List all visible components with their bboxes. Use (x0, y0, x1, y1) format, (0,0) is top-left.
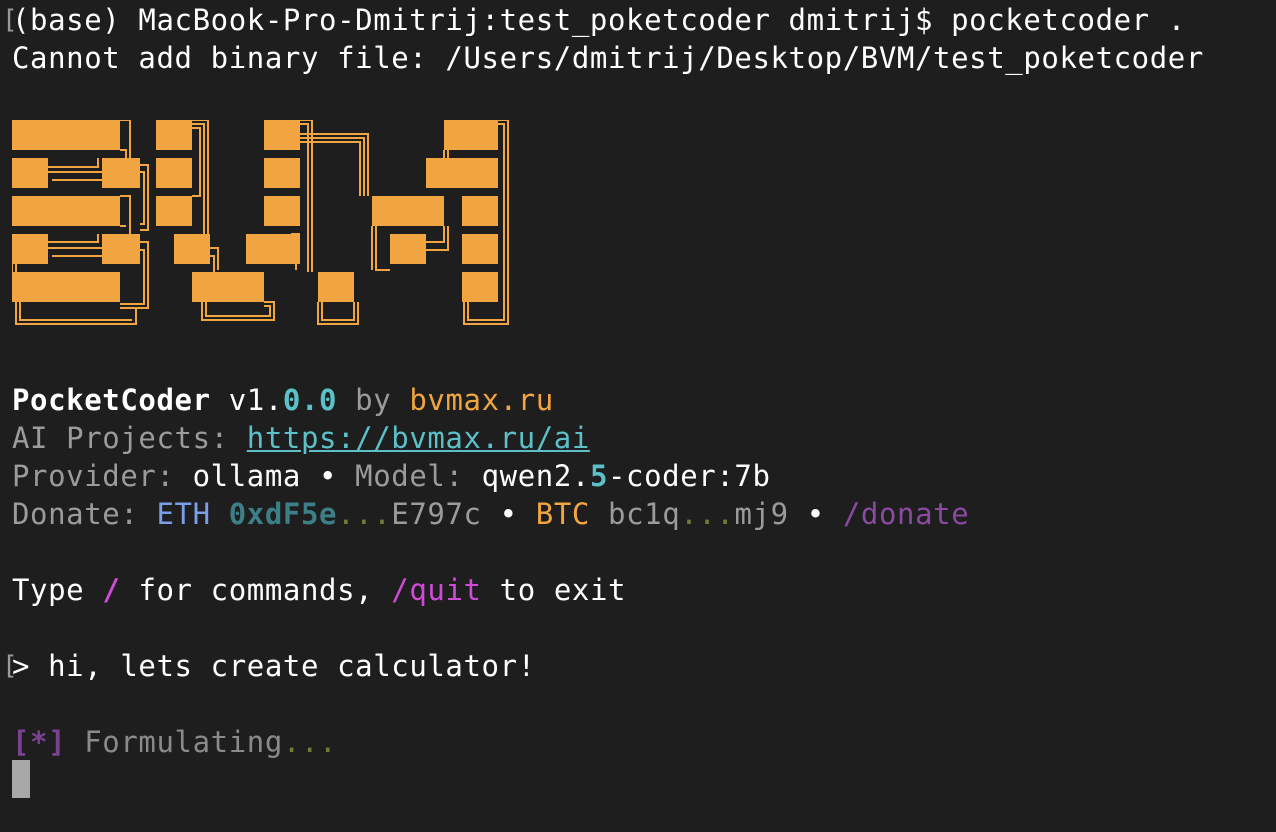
eth-address-end: E797c (391, 497, 482, 531)
hint-slash: / (102, 573, 121, 607)
logo-block (174, 234, 210, 264)
logo-block (12, 158, 48, 188)
separator-dot: • (319, 459, 338, 493)
logo-outline (140, 164, 149, 231)
logo-outline (48, 234, 102, 257)
quit-command: /quit (391, 573, 482, 607)
projects-link[interactable]: https://bvmax.ru/ai (247, 421, 590, 455)
terminal-window[interactable]: [ (base) MacBook-Pro-Dmitrij:test_poketc… (0, 0, 1276, 832)
eth-label: ETH (156, 497, 211, 531)
provider-line: Provider: ollama • Model: qwen2.5-coder:… (12, 457, 771, 495)
btc-address-end: mj9 (734, 497, 789, 531)
provider-value: ollama (192, 459, 301, 493)
logo-block (102, 158, 140, 188)
logo-block (156, 196, 192, 226)
app-name: PocketCoder (12, 383, 211, 417)
btc-address-dots: ... (680, 497, 735, 531)
user-input-line: > hi, lets create calculator! (12, 647, 536, 685)
model-name-c: -coder:7b (608, 459, 771, 493)
logo-block (426, 158, 498, 188)
logo-block (156, 158, 192, 188)
input-caret: > (12, 649, 31, 683)
version-suffix: 0.0 (282, 383, 338, 417)
bvm-logo (11, 119, 514, 332)
logo-outline (371, 226, 390, 271)
model-name-a: qwen2. (481, 459, 590, 493)
logo-outline (426, 226, 449, 251)
separator-dot: • (806, 497, 825, 531)
provider-label: Provider: (12, 459, 175, 493)
projects-label: AI Projects: (12, 421, 229, 455)
donate-command[interactable]: /donate (843, 497, 969, 531)
logo-block (444, 120, 498, 150)
logo-block (102, 234, 140, 264)
logo-block (264, 196, 300, 226)
logo-block (192, 272, 264, 302)
hint-for: for commands, (138, 573, 374, 607)
donate-line: Donate: ETH 0xdF5e...E797c • BTC bc1q...… (12, 495, 969, 533)
logo-block (318, 272, 354, 302)
spinner-indicator: [*] (12, 725, 67, 759)
logo-block (264, 120, 300, 150)
logo-outline (120, 119, 131, 158)
btc-label: BTC (535, 497, 590, 531)
by-label: by (355, 383, 392, 417)
logo-block (12, 120, 120, 150)
shell-command: (base) MacBook-Pro-Dmitrij:test_poketcod… (12, 3, 1186, 37)
eth-address-start: 0xdF5e (228, 497, 338, 531)
error-text: Cannot add binary file: /Users/dmitrij/D… (12, 41, 1204, 75)
logo-outline (201, 301, 275, 321)
logo-outline (192, 119, 209, 234)
projects-line: AI Projects: https://bvmax.ru/ai (12, 419, 590, 457)
logo-graphic (11, 119, 509, 325)
status-dots: ... (282, 725, 338, 759)
logo-block (462, 234, 498, 264)
logo-outline (15, 302, 137, 325)
model-label: Model: (355, 459, 464, 493)
separator-dot: • (499, 497, 518, 531)
hint-type: Type (12, 573, 85, 607)
user-message: hi, lets create calculator! (48, 649, 536, 683)
logo-block (390, 234, 426, 264)
logo-block (462, 196, 498, 226)
status-line: [*] Formulating... (12, 723, 337, 761)
site-name: bvmax.ru (409, 383, 554, 417)
error-message: Cannot add binary file: /Users/dmitrij/D… (12, 39, 1204, 77)
status-text: Formulating (84, 725, 283, 759)
logo-outline (443, 150, 449, 158)
logo-block (12, 272, 120, 302)
logo-block (372, 196, 444, 226)
logo-block (156, 120, 192, 150)
logo-outline (120, 195, 131, 234)
logo-outline (11, 264, 17, 272)
model-name-b: 5 (589, 459, 608, 493)
hint-to-exit: to exit (499, 573, 627, 607)
shell-prompt-line: (base) MacBook-Pro-Dmitrij:test_poketcod… (12, 1, 1186, 39)
logo-block (462, 272, 498, 302)
btc-address-start: bc1q (608, 497, 681, 531)
logo-outline (210, 247, 219, 272)
logo-outline (300, 133, 369, 196)
eth-address-dots: ... (337, 497, 392, 531)
app-version-line: PocketCoder v1.0.0 by bvmax.ru (12, 381, 554, 419)
terminal-cursor[interactable] (12, 760, 30, 798)
hint-line: Type / for commands, /quit to exit (12, 571, 626, 609)
logo-outline (48, 158, 102, 181)
logo-block (264, 158, 300, 188)
donate-label: Donate: (12, 497, 139, 531)
logo-block (12, 234, 48, 264)
logo-block (12, 196, 120, 226)
version-prefix: v1. (228, 383, 283, 417)
